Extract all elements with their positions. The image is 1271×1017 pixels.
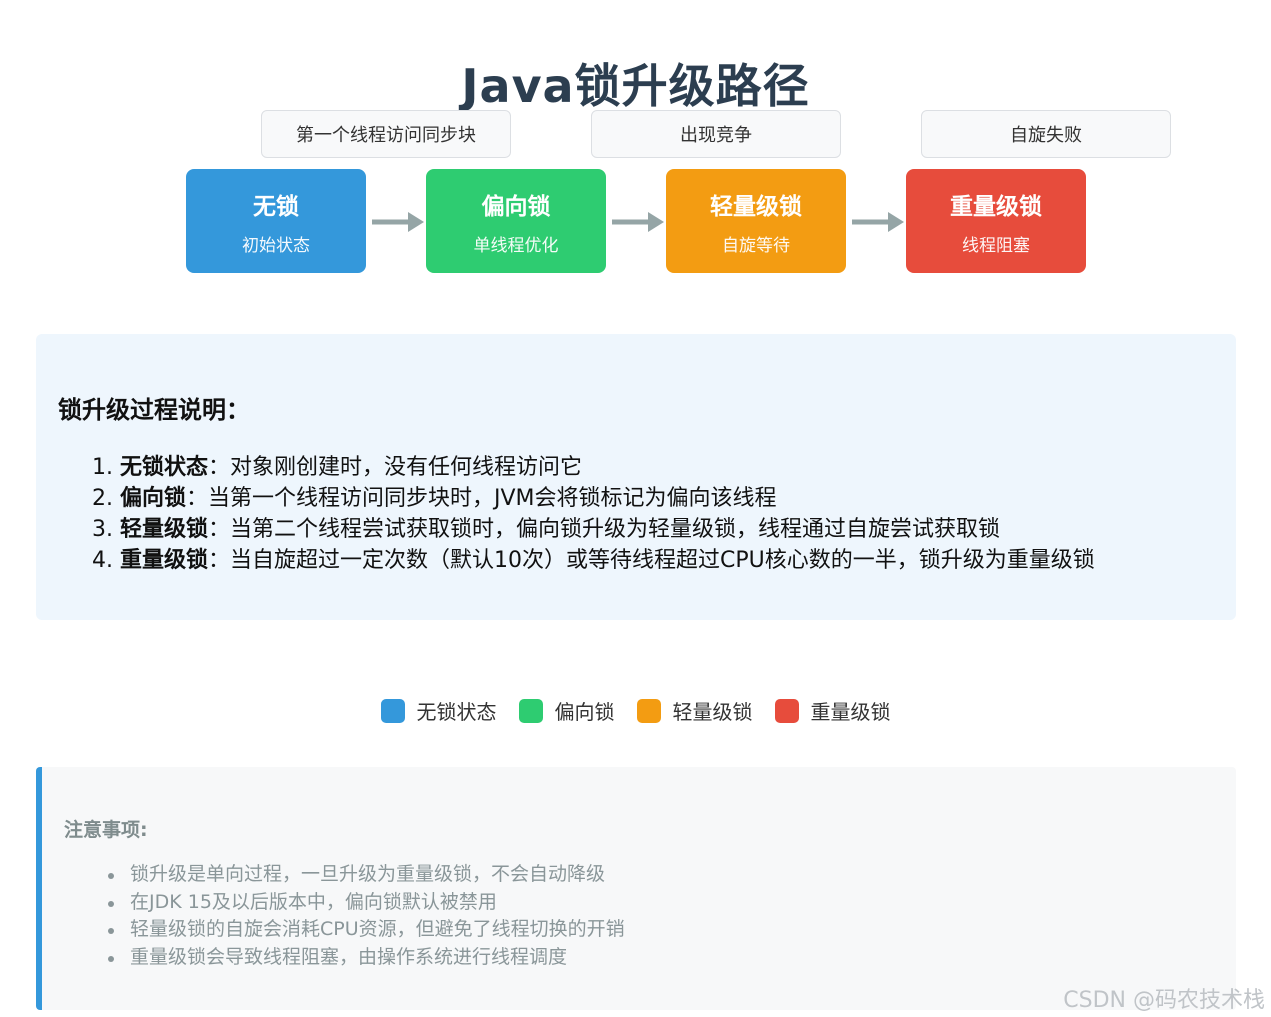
item-text: ：对象刚创建时，没有任何线程访问它	[208, 455, 583, 480]
legend: 无锁状态 偏向锁 轻量级锁 重量级锁	[0, 696, 1271, 725]
notes-panel: 注意事项: 锁升级是单向过程，一旦升级为重量级锁，不会自动降级 在JDK 15及…	[36, 767, 1236, 1010]
state-name: 偏向锁	[481, 193, 551, 220]
explanation-heading: 锁升级过程说明：	[58, 396, 250, 424]
list-item: 4. 重量级锁：当自旋超过一定次数（默认10次）或等待线程超过CPU核心数的一半…	[92, 545, 1095, 576]
state-box-lightweight-lock: 轻量级锁 自旋等待	[666, 169, 846, 273]
item-term: 无锁状态	[120, 455, 209, 480]
arrow-right-icon	[852, 212, 904, 232]
list-item: 重量级锁会导致线程阻塞，由操作系统进行线程调度	[104, 944, 625, 972]
list-item: 轻量级锁的自旋会消耗CPU资源，但避免了线程切换的开销	[104, 916, 625, 944]
state-desc: 单线程优化	[473, 235, 559, 256]
arrow-right-icon	[372, 212, 424, 232]
state-box-biased-lock: 偏向锁 单线程优化	[426, 169, 606, 273]
page-title: Java锁升级路径	[461, 59, 810, 113]
legend-swatch	[636, 698, 661, 723]
item-term: 重量级锁	[120, 548, 209, 573]
state-name: 重量级锁	[950, 193, 1042, 220]
list-item: 在JDK 15及以后版本中，偏向锁默认被禁用	[104, 889, 625, 917]
state-desc: 线程阻塞	[962, 235, 1030, 256]
trigger-label-first-access: 第一个线程访问同步块	[261, 110, 511, 158]
legend-swatch	[518, 698, 543, 723]
item-number: 2.	[92, 486, 113, 511]
item-number: 3.	[92, 517, 113, 542]
list-item: 1. 无锁状态：对象刚创建时，没有任何线程访问它	[92, 452, 1095, 483]
notes-heading: 注意事项:	[64, 819, 148, 841]
state-desc: 自旋等待	[722, 235, 790, 256]
state-desc: 初始状态	[242, 235, 310, 256]
explanation-panel: 锁升级过程说明： 1. 无锁状态：对象刚创建时，没有任何线程访问它 2. 偏向锁…	[36, 334, 1236, 620]
item-text: ：当自旋超过一定次数（默认10次）或等待线程超过CPU核心数的一半，锁升级为重量…	[208, 548, 1095, 573]
state-name: 轻量级锁	[710, 193, 802, 220]
legend-swatch	[774, 698, 799, 723]
legend-item-biased-lock: 偏向锁	[518, 696, 615, 725]
item-text: ：当第一个线程访问同步块时，JVM会将锁标记为偏向该线程	[186, 486, 777, 511]
list-item: 锁升级是单向过程，一旦升级为重量级锁，不会自动降级	[104, 861, 625, 889]
list-item: 2. 偏向锁：当第一个线程访问同步块时，JVM会将锁标记为偏向该线程	[92, 483, 1095, 514]
legend-label: 轻量级锁	[672, 700, 753, 724]
legend-label: 无锁状态	[416, 700, 497, 724]
state-box-no-lock: 无锁 初始状态	[186, 169, 366, 273]
list-item: 3. 轻量级锁：当第二个线程尝试获取锁时，偏向锁升级为轻量级锁，线程通过自旋尝试…	[92, 514, 1095, 545]
arrow-right-icon	[612, 212, 664, 232]
trigger-label-spin-fail: 自旋失败	[921, 110, 1171, 158]
state-box-heavyweight-lock: 重量级锁 线程阻塞	[906, 169, 1086, 273]
item-term: 偏向锁	[120, 486, 187, 511]
item-text: ：当第二个线程尝试获取锁时，偏向锁升级为轻量级锁，线程通过自旋尝试获取锁	[208, 517, 1001, 542]
item-term: 轻量级锁	[120, 517, 209, 542]
watermark: CSDN @码农技术栈	[1063, 988, 1265, 1013]
legend-item-heavyweight-lock: 重量级锁	[774, 696, 891, 725]
notes-list: 锁升级是单向过程，一旦升级为重量级锁，不会自动降级 在JDK 15及以后版本中，…	[104, 861, 625, 971]
legend-swatch	[380, 698, 405, 723]
state-name: 无锁	[253, 193, 299, 220]
legend-item-lightweight-lock: 轻量级锁	[636, 696, 753, 725]
explanation-list: 1. 无锁状态：对象刚创建时，没有任何线程访问它 2. 偏向锁：当第一个线程访问…	[92, 452, 1095, 576]
legend-label: 重量级锁	[810, 700, 891, 724]
trigger-label-contention: 出现竞争	[591, 110, 841, 158]
item-number: 4.	[92, 548, 113, 573]
legend-label: 偏向锁	[554, 700, 615, 724]
legend-item-no-lock: 无锁状态	[380, 696, 497, 725]
item-number: 1.	[92, 455, 113, 480]
